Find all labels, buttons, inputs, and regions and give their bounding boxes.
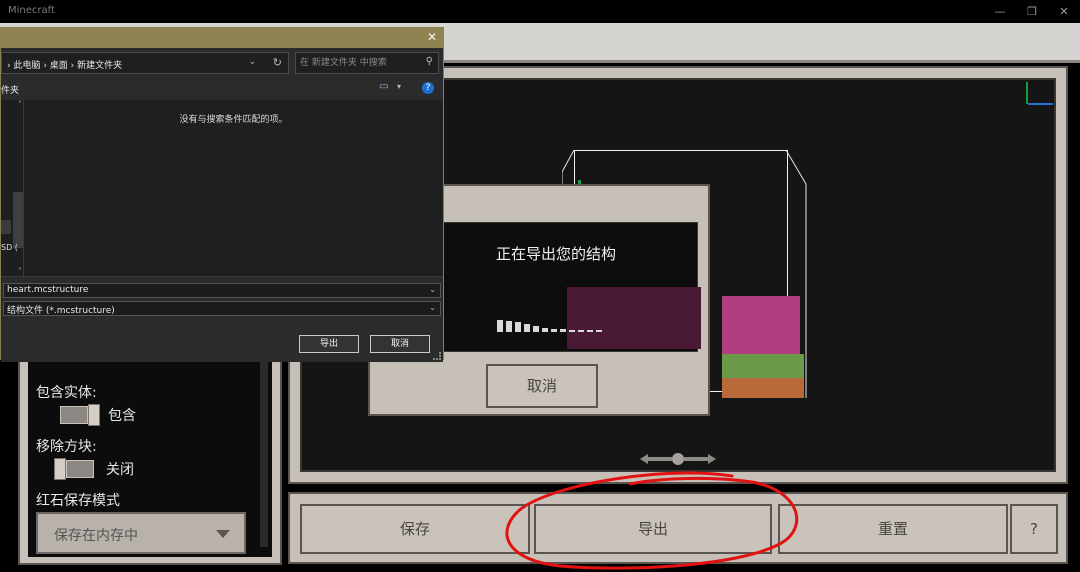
scroll-up-icon[interactable]: ˄ xyxy=(18,100,22,109)
refresh-icon[interactable]: ↻ xyxy=(273,56,282,69)
filename-value: heart.mcstructure xyxy=(7,285,89,295)
axis-z-indicator xyxy=(1028,103,1053,105)
slider-bar-left xyxy=(646,457,672,461)
toggle-knob xyxy=(88,404,100,426)
close-window-button[interactable]: ✕ xyxy=(1048,0,1080,23)
redstone-mode-value: 保存在内存中 xyxy=(54,528,138,544)
chevron-down-icon xyxy=(216,530,230,538)
title-bar: Minecraft — ❐ ✕ xyxy=(0,0,1080,23)
window-title: Minecraft xyxy=(8,5,55,16)
command-bar: 件夹 ▭ ▾ ? xyxy=(1,78,443,98)
new-folder-label[interactable]: 件夹 xyxy=(1,83,19,96)
maximize-button[interactable]: ❐ xyxy=(1016,0,1048,23)
toggle-knob xyxy=(54,458,66,480)
view-dropdown-icon[interactable]: ▾ xyxy=(397,82,401,91)
help-button[interactable]: ? xyxy=(1010,504,1058,554)
dialog-title-bar[interactable]: ✕ xyxy=(1,28,443,48)
slider-handle[interactable] xyxy=(672,453,684,465)
include-entities-value: 包含 xyxy=(108,408,136,424)
chevron-down-icon[interactable]: ⌄ xyxy=(429,285,436,294)
search-box[interactable]: ⚲ xyxy=(295,52,439,74)
axis-y-indicator xyxy=(1026,82,1028,104)
magenta-blocks xyxy=(722,296,800,356)
search-icon[interactable]: ⚲ xyxy=(426,56,433,67)
remove-blocks-toggle[interactable]: 关闭 xyxy=(54,458,134,480)
green-blocks xyxy=(722,354,804,378)
arrow-right-icon xyxy=(708,454,716,464)
save-form: heart.mcstructure ⌄ 结构文件 (*.mcstructure)… xyxy=(1,276,443,362)
remove-blocks-label: 移除方块: xyxy=(36,439,97,455)
nav-scrollbar-thumb[interactable] xyxy=(13,192,23,248)
export-progress-indicator xyxy=(497,320,605,332)
toggle-track xyxy=(66,460,94,478)
reset-button[interactable]: 重置 xyxy=(778,504,1008,554)
close-icon[interactable]: ✕ xyxy=(427,30,437,44)
cancel-export-button[interactable]: 取消 xyxy=(486,364,598,408)
resize-grip-icon[interactable] xyxy=(433,352,441,360)
navigation-pane[interactable]: ˄ SD ( ˅ xyxy=(1,100,24,276)
preview-behind-modal xyxy=(567,287,701,349)
chevron-down-icon[interactable]: ⌄ xyxy=(429,303,436,312)
nav-drive-label[interactable]: SD ( xyxy=(1,243,18,252)
breadcrumb[interactable]: › 此电脑 › 桌面 › 新建文件夹 xyxy=(7,58,122,71)
save-file-dialog: ✕ › 此电脑 › 桌面 › 新建文件夹 ⌄ ↻ ⚲ 件夹 ▭ ▾ ? ˄ SD… xyxy=(0,27,444,362)
address-bar[interactable]: › 此电脑 › 桌面 › 新建文件夹 ⌄ ↻ xyxy=(1,52,289,74)
slider-bar-right xyxy=(684,457,710,461)
settings-list[interactable]: 包含实体: 包含 移除方块: 关闭 红石保存模式 保存在内存中 xyxy=(28,342,272,557)
include-entities-label: 包含实体: xyxy=(36,385,97,401)
help-icon[interactable]: ? xyxy=(422,82,434,94)
save-button[interactable]: 保存 xyxy=(300,504,530,554)
filename-field[interactable]: heart.mcstructure ⌄ xyxy=(3,283,441,298)
nav-item[interactable] xyxy=(1,220,11,234)
minimize-button[interactable]: — xyxy=(984,0,1016,23)
empty-results-message: 没有与搜索条件匹配的项。 xyxy=(179,115,288,125)
scroll-down-icon[interactable]: ˅ xyxy=(18,267,22,276)
redstone-mode-dropdown[interactable]: 保存在内存中 xyxy=(36,512,246,554)
view-options-icon[interactable]: ▭ xyxy=(379,81,388,92)
file-list[interactable]: 没有与搜索条件匹配的项。 xyxy=(24,100,443,276)
remove-blocks-value: 关闭 xyxy=(106,462,134,478)
filetype-value: 结构文件 (*.mcstructure) xyxy=(7,306,115,316)
structure-settings-panel: 包含实体: 包含 移除方块: 关闭 红石保存模式 保存在内存中 xyxy=(18,340,282,565)
red-circle-annotation xyxy=(505,471,799,570)
orange-blocks xyxy=(722,378,804,398)
dialog-export-button[interactable]: 导出 xyxy=(299,335,359,353)
preview-rotate-slider[interactable] xyxy=(640,452,716,466)
dialog-cancel-button[interactable]: 取消 xyxy=(370,335,430,353)
export-message: 正在导出您的结构 xyxy=(496,245,617,263)
include-entities-toggle[interactable]: 包含 xyxy=(60,404,136,426)
redstone-mode-label: 红石保存模式 xyxy=(36,493,120,509)
toggle-track xyxy=(60,406,88,424)
filetype-select[interactable]: 结构文件 (*.mcstructure) ⌄ xyxy=(3,301,441,316)
search-input[interactable] xyxy=(300,56,418,70)
settings-scrollbar[interactable] xyxy=(260,342,268,547)
chevron-down-icon[interactable]: ⌄ xyxy=(248,57,256,67)
